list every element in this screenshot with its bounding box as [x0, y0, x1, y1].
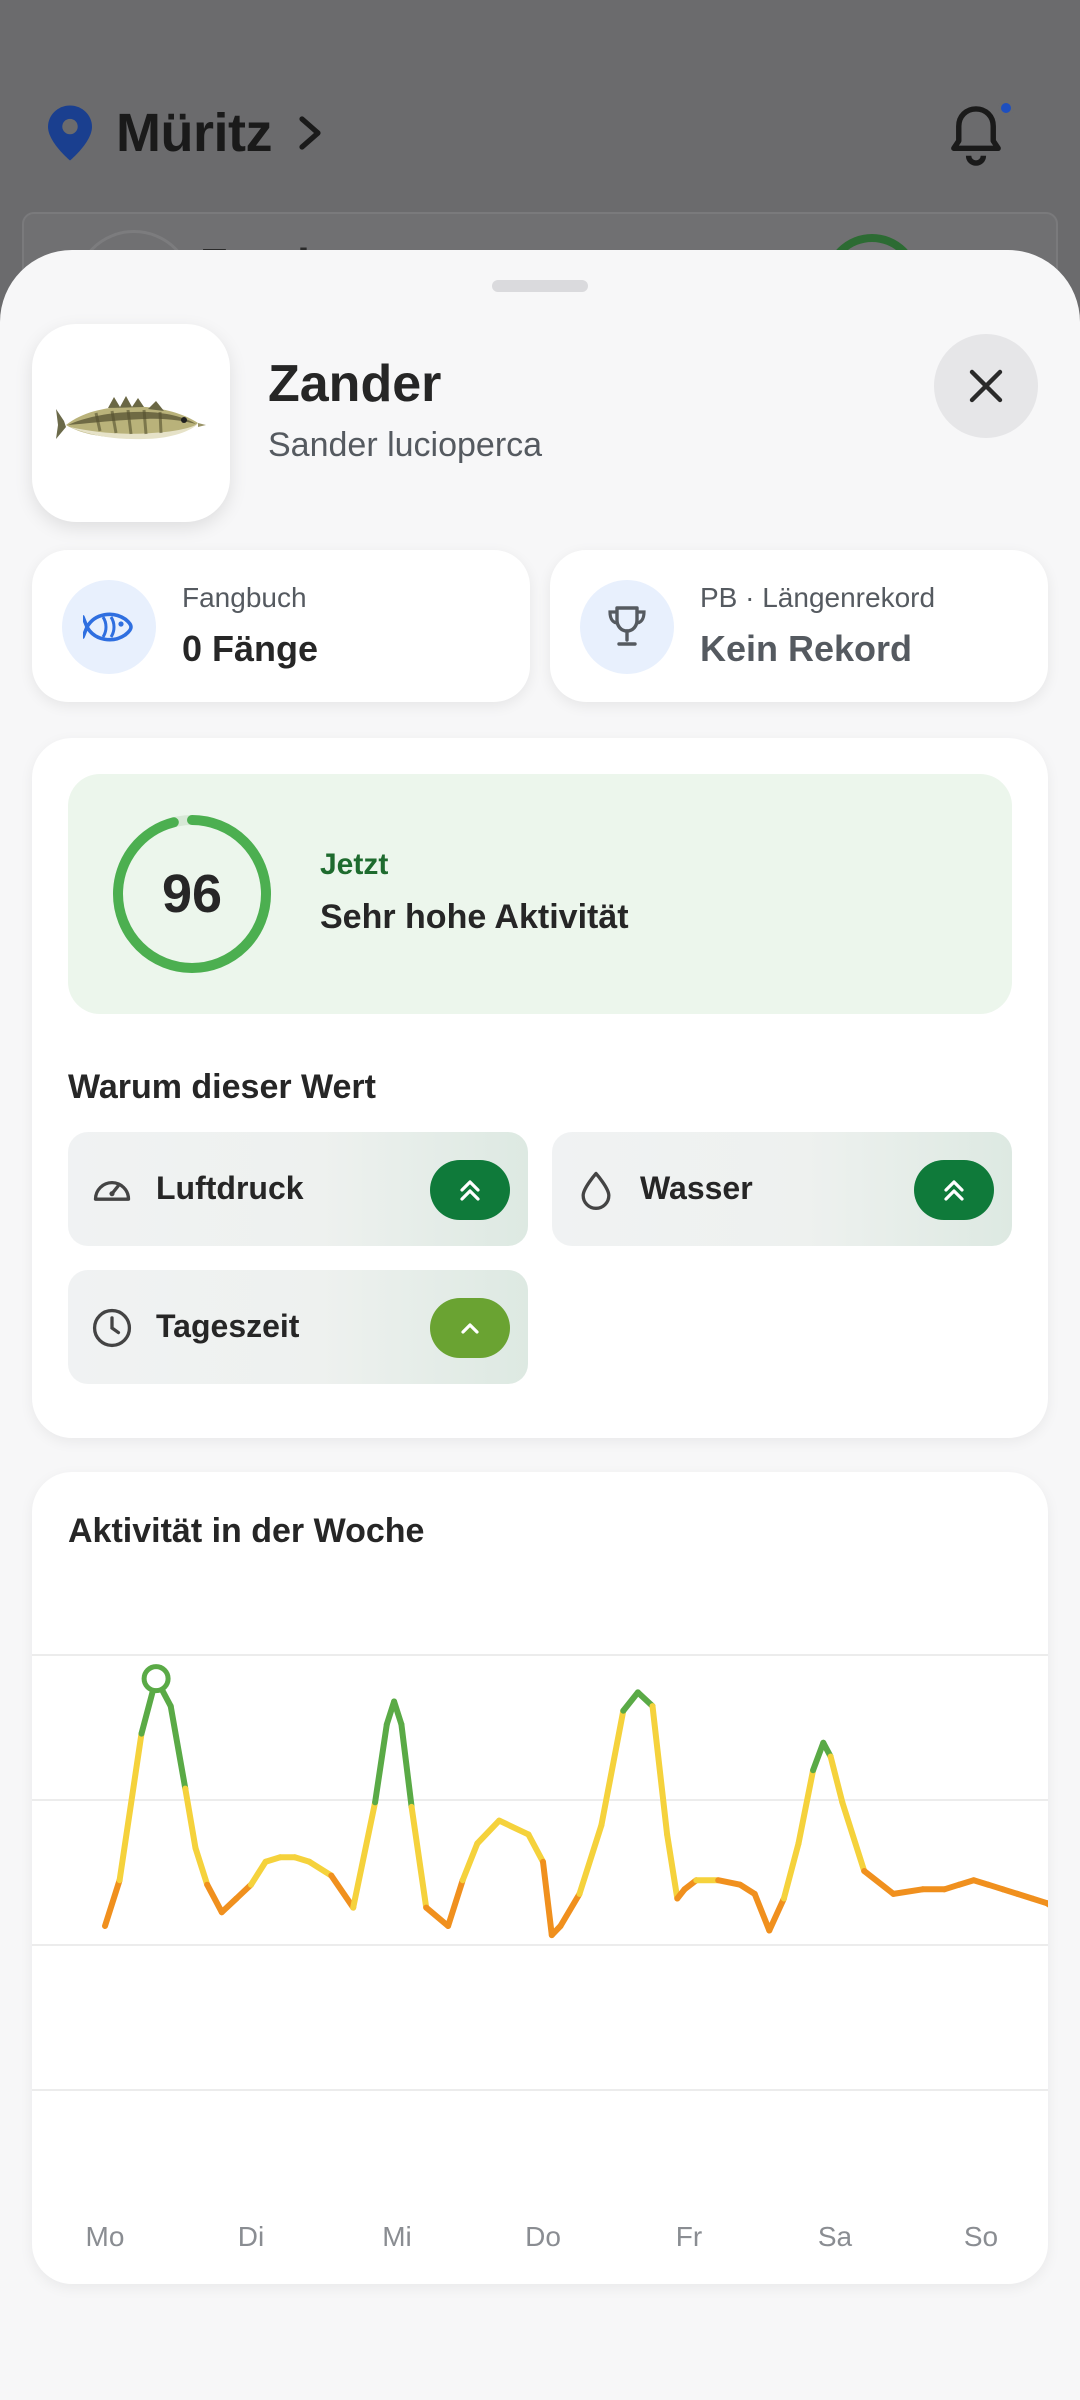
activity-line-segment — [557, 1890, 583, 1929]
current-activity-text: Sehr hohe Aktivität — [320, 898, 629, 936]
activity-line-segment — [496, 1817, 532, 1838]
activity-line-segment — [540, 1858, 555, 1939]
zander-fish-icon — [56, 396, 206, 440]
trophy-icon — [608, 606, 646, 646]
factor-water[interactable]: Wasser — [552, 1132, 1012, 1246]
activity-line-segment — [233, 1881, 254, 1902]
factor-time-of-day[interactable]: Tageszeit — [68, 1270, 528, 1384]
activity-line-segment — [398, 1721, 415, 1810]
activity-line-segment — [664, 1831, 681, 1902]
activity-line-segment — [423, 1904, 452, 1929]
activity-line-segment — [372, 1721, 390, 1806]
personal-best-card[interactable]: PB · Längenrekord Kein Rekord — [550, 550, 1048, 702]
clock-icon — [92, 1308, 132, 1348]
catch-log-icon-wrap — [62, 580, 156, 674]
factor-air-pressure[interactable]: Luftdruck — [68, 1132, 528, 1246]
species-latin-name: Sander lucioperca — [268, 426, 543, 464]
factor-label: Tageszeit — [156, 1308, 300, 1344]
activity-line-segment — [751, 1890, 773, 1934]
activity-line-segment — [890, 1886, 926, 1897]
personal-best-icon-wrap — [580, 580, 674, 674]
activity-line-segment — [649, 1703, 671, 1838]
activity-line-segment — [576, 1822, 605, 1897]
activity-line-segment — [167, 1703, 189, 1792]
day-label: Mi — [382, 2221, 412, 2252]
activity-line-segment — [306, 1858, 335, 1879]
double-chevron-up-icon — [460, 1180, 480, 1201]
activity-line-segment — [780, 1840, 802, 1902]
activity-line-segment — [182, 1785, 199, 1852]
catch-log-card[interactable]: Fangbuch 0 Fänge — [32, 550, 530, 702]
activity-line-segment — [861, 1868, 897, 1897]
activity-line-segment — [766, 1895, 787, 1934]
factor-level-badge — [430, 1298, 510, 1358]
location-title: Müritz — [116, 103, 272, 163]
activity-line-segment — [102, 1877, 123, 1929]
current-activity-label: Jetzt — [320, 848, 389, 881]
weekly-activity-chart: Mo Di Mi Do Fr Sa So — [32, 1654, 1048, 2252]
day-label: Mo — [86, 2221, 125, 2252]
activity-line-segment — [391, 1698, 405, 1728]
day-label: Sa — [818, 2221, 853, 2252]
fish-icon — [83, 612, 133, 642]
activity-line-segment — [598, 1707, 627, 1829]
activity-line-segment — [810, 1739, 827, 1774]
activity-line-segment — [1043, 1900, 1048, 1908]
catch-log-label: Fangbuch — [182, 582, 307, 613]
weekly-activity-card: Aktivität in der Woche Mo Di Mi Do Fr Sa So — [32, 1472, 1048, 2284]
activity-line-segment — [525, 1831, 546, 1865]
notification-badge — [998, 100, 1014, 116]
species-bottom-sheet: Zander Sander lucioperca Fangbuch 0 Fäng… — [0, 250, 1080, 2400]
activity-line-segment — [328, 1872, 357, 1911]
day-label: Di — [238, 2221, 264, 2252]
chevron-up-icon — [461, 1323, 479, 1334]
why-value-title: Warum dieser Wert — [68, 1068, 376, 1106]
activity-line-segment — [116, 1730, 145, 1884]
species-image — [32, 324, 230, 522]
location-selector[interactable]: Müritz — [48, 102, 326, 164]
activity-line-segment — [350, 1799, 379, 1911]
water-drop-icon — [581, 1171, 611, 1210]
factor-level-badge — [430, 1160, 510, 1220]
personal-best-value: Kein Rekord — [700, 628, 913, 669]
location-pin-icon — [48, 105, 92, 161]
activity-line-segment — [634, 1689, 656, 1710]
activity-line-segment — [218, 1895, 240, 1916]
activity-line-segment — [204, 1881, 225, 1916]
day-label: Do — [525, 2221, 561, 2252]
double-chevron-up-icon — [944, 1180, 964, 1201]
activity-line-segment — [459, 1840, 481, 1884]
activity-score-value: 96 — [161, 864, 223, 924]
species-name: Zander — [268, 355, 442, 413]
close-icon — [969, 369, 1003, 403]
activity-line-segment — [620, 1689, 641, 1714]
activity-line-segment — [715, 1877, 744, 1888]
current-activity-box: 96 Jetzt Sehr hohe Aktivität — [68, 774, 1012, 1014]
activity-line-segment — [839, 1799, 868, 1874]
factor-label: Wasser — [640, 1170, 753, 1206]
catch-log-value: 0 Fänge — [182, 628, 319, 669]
activity-card: 96 Jetzt Sehr hohe Aktivität Warum diese… — [32, 738, 1048, 1438]
close-button[interactable] — [934, 334, 1038, 438]
activity-line-segment — [248, 1858, 269, 1888]
current-time-marker — [141, 1664, 171, 1694]
personal-best-label: PB · Längenrekord — [700, 582, 936, 613]
activity-line-segment — [408, 1803, 430, 1911]
activity-line-segment — [795, 1767, 817, 1847]
day-label: So — [964, 2221, 998, 2252]
factor-label: Luftdruck — [156, 1170, 304, 1206]
factor-level-badge — [914, 1160, 994, 1220]
activity-line-segment — [474, 1817, 503, 1847]
day-label: Fr — [676, 2221, 702, 2252]
chevron-right-icon — [299, 116, 321, 150]
activity-line-segment — [445, 1877, 466, 1929]
activity-line-segment — [192, 1845, 211, 1888]
gauge-icon — [93, 1181, 131, 1201]
bell-icon[interactable] — [946, 104, 1006, 168]
activity-line-segment — [827, 1753, 846, 1806]
sheet-drag-handle[interactable] — [492, 280, 588, 292]
